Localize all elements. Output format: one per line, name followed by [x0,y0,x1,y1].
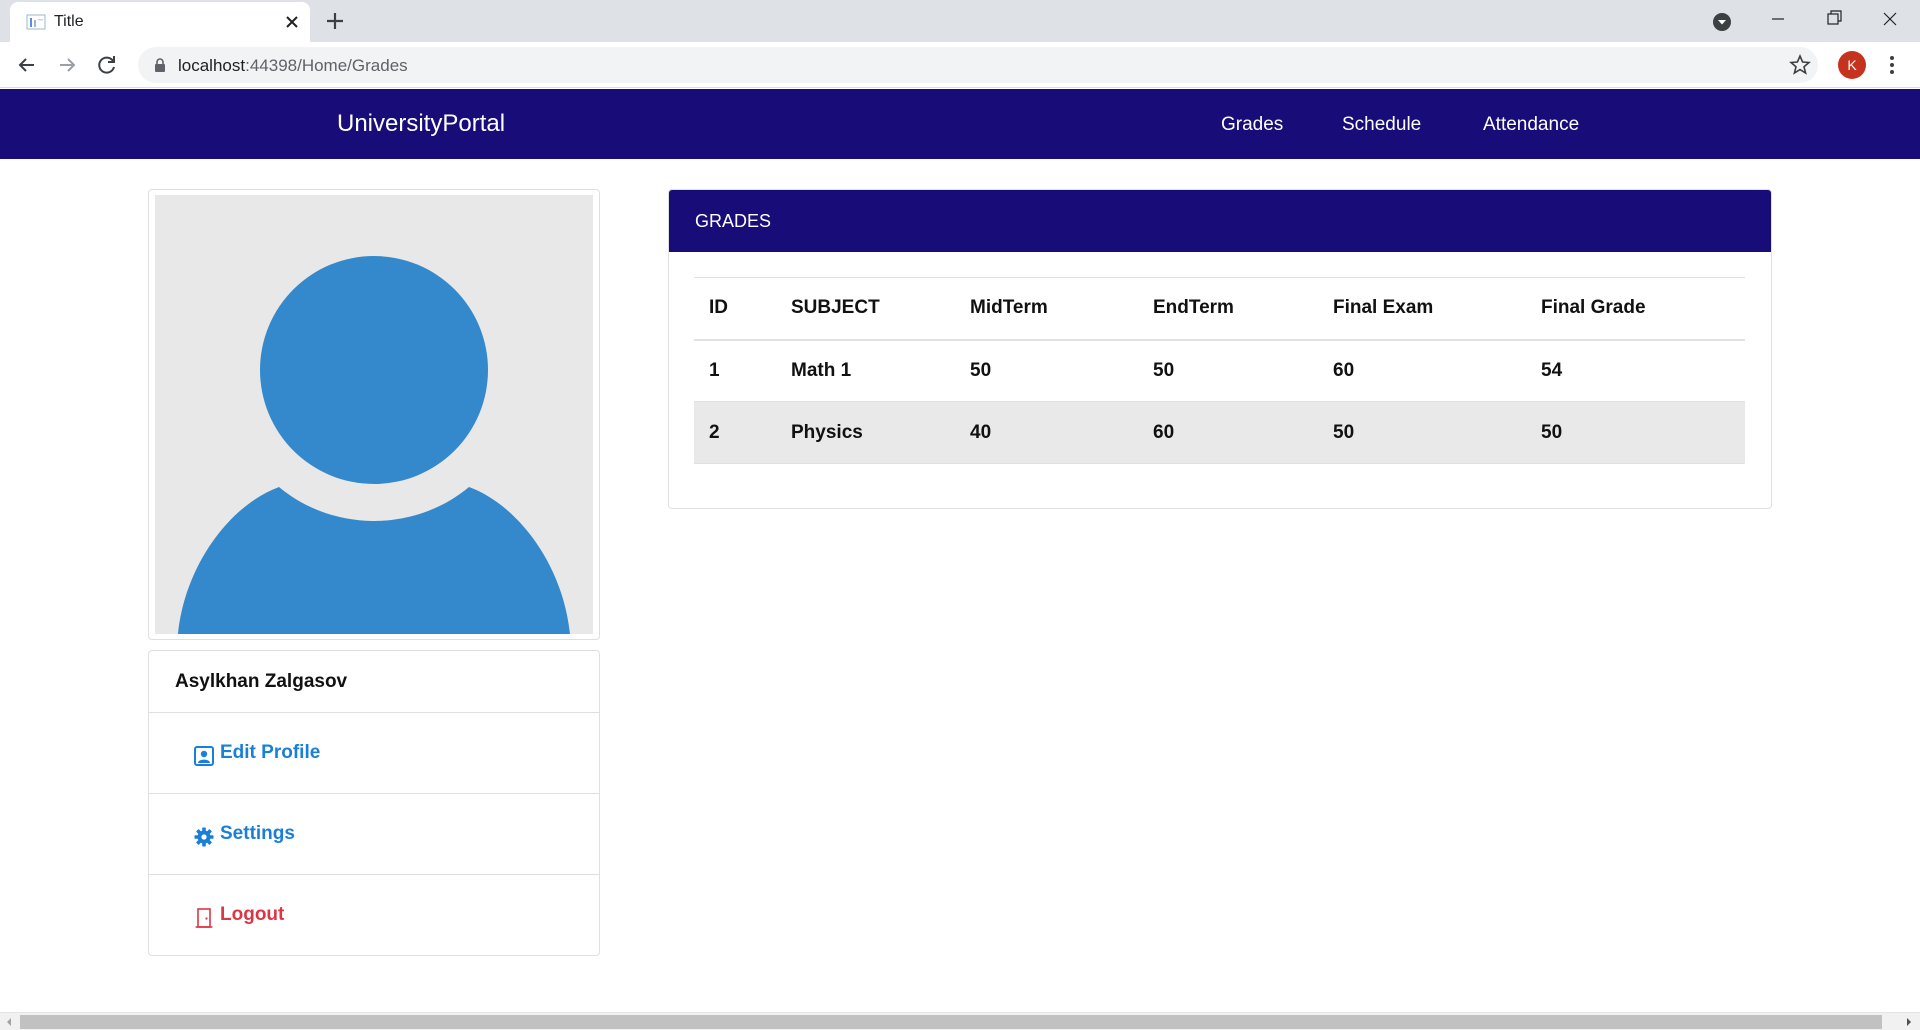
scroll-right-arrow-icon[interactable] [1904,1017,1914,1027]
lock-icon[interactable] [152,57,168,73]
door-exit-icon [195,908,213,928]
restore-icon[interactable] [1806,0,1862,40]
window-close-icon[interactable] [1862,0,1918,40]
bookmark-star-icon[interactable] [1788,53,1812,77]
profile-name: Asylkhan Zalgasov [175,671,348,692]
user-silhouette-icon [178,256,570,634]
grades-card: GRADES ID SUBJECT MidTerm EndTerm Final … [668,189,1772,509]
profile-menu-card: Asylkhan Zalgasov Edit Profile Settings … [148,650,600,956]
tab-close-icon[interactable] [280,10,304,34]
column-header-endterm: EndTerm [1153,297,1234,319]
logout-link[interactable]: Logout [149,875,599,956]
settings-label: Settings [220,823,295,844]
cell-id: 2 [709,421,720,443]
cell-endterm: 50 [1153,359,1175,381]
scrollbar-thumb[interactable] [20,1015,1882,1029]
column-header-midterm: MidTerm [970,297,1048,319]
edit-profile-label: Edit Profile [220,742,321,763]
table-row: 1 Math 1 50 50 60 54 [694,340,1745,402]
grades-card-header: GRADES [669,190,1771,252]
url-host: localhost [178,56,246,75]
column-header-subject: SUBJECT [791,297,880,319]
edit-profile-link[interactable]: Edit Profile [149,713,599,794]
tab-title: Title [54,13,84,30]
address-bar[interactable]: localhost:44398/Home/Grades [138,47,1818,83]
cell-subject: Physics [791,421,863,443]
cell-final-exam: 50 [1333,421,1355,443]
cell-midterm: 40 [970,421,992,443]
cell-midterm: 50 [970,359,992,381]
tab-search-dropdown-icon[interactable] [1710,10,1734,34]
nav-link-attendance[interactable]: Attendance [1483,114,1579,136]
brand-logo[interactable]: UniversityPortal [337,110,505,138]
cell-endterm: 60 [1153,421,1175,443]
browser-profile-avatar[interactable]: K [1838,51,1866,79]
grades-table: ID SUBJECT MidTerm EndTerm Final Exam Fi… [694,277,1745,464]
reload-icon[interactable] [92,50,122,80]
horizontal-scrollbar[interactable] [0,1012,1920,1030]
page-favicon-icon [26,14,46,30]
logout-label: Logout [220,904,285,925]
minimize-icon[interactable] [1750,0,1806,40]
browser-tabstrip: Title [0,0,1920,42]
browser-tab[interactable]: Title [10,2,310,42]
url-text[interactable]: localhost:44398/Home/Grades [178,56,408,76]
forward-arrow-icon[interactable] [52,50,82,80]
browser-menu-kebab-icon[interactable] [1880,52,1904,78]
cell-final-grade: 50 [1541,421,1563,443]
profile-image-card [148,189,600,640]
nav-link-schedule[interactable]: Schedule [1342,114,1421,136]
settings-link[interactable]: Settings [149,794,599,875]
browser-toolbar: localhost:44398/Home/Grades K [0,42,1920,88]
cell-final-grade: 54 [1541,359,1563,381]
user-card-icon [194,746,214,766]
profile-name-row: Asylkhan Zalgasov [149,651,599,713]
column-header-final-grade: Final Grade [1541,297,1646,319]
table-header-row: ID SUBJECT MidTerm EndTerm Final Exam Fi… [694,277,1745,340]
nav-link-grades[interactable]: Grades [1221,114,1283,136]
gear-icon [194,827,214,847]
column-header-id: ID [709,297,728,319]
cell-final-exam: 60 [1333,359,1355,381]
profile-avatar [155,195,593,634]
back-arrow-icon[interactable] [12,50,42,80]
new-tab-plus-icon[interactable] [322,8,348,34]
grades-title: GRADES [695,211,772,231]
cell-id: 1 [709,359,720,381]
table-row: 2 Physics 40 60 50 50 [694,401,1745,464]
cell-subject: Math 1 [791,359,852,381]
column-header-final-exam: Final Exam [1333,297,1434,319]
app-navbar: UniversityPortal Grades Schedule Attenda… [0,89,1920,159]
scroll-left-arrow-icon[interactable] [4,1017,14,1027]
url-path: :44398/Home/Grades [245,56,408,75]
